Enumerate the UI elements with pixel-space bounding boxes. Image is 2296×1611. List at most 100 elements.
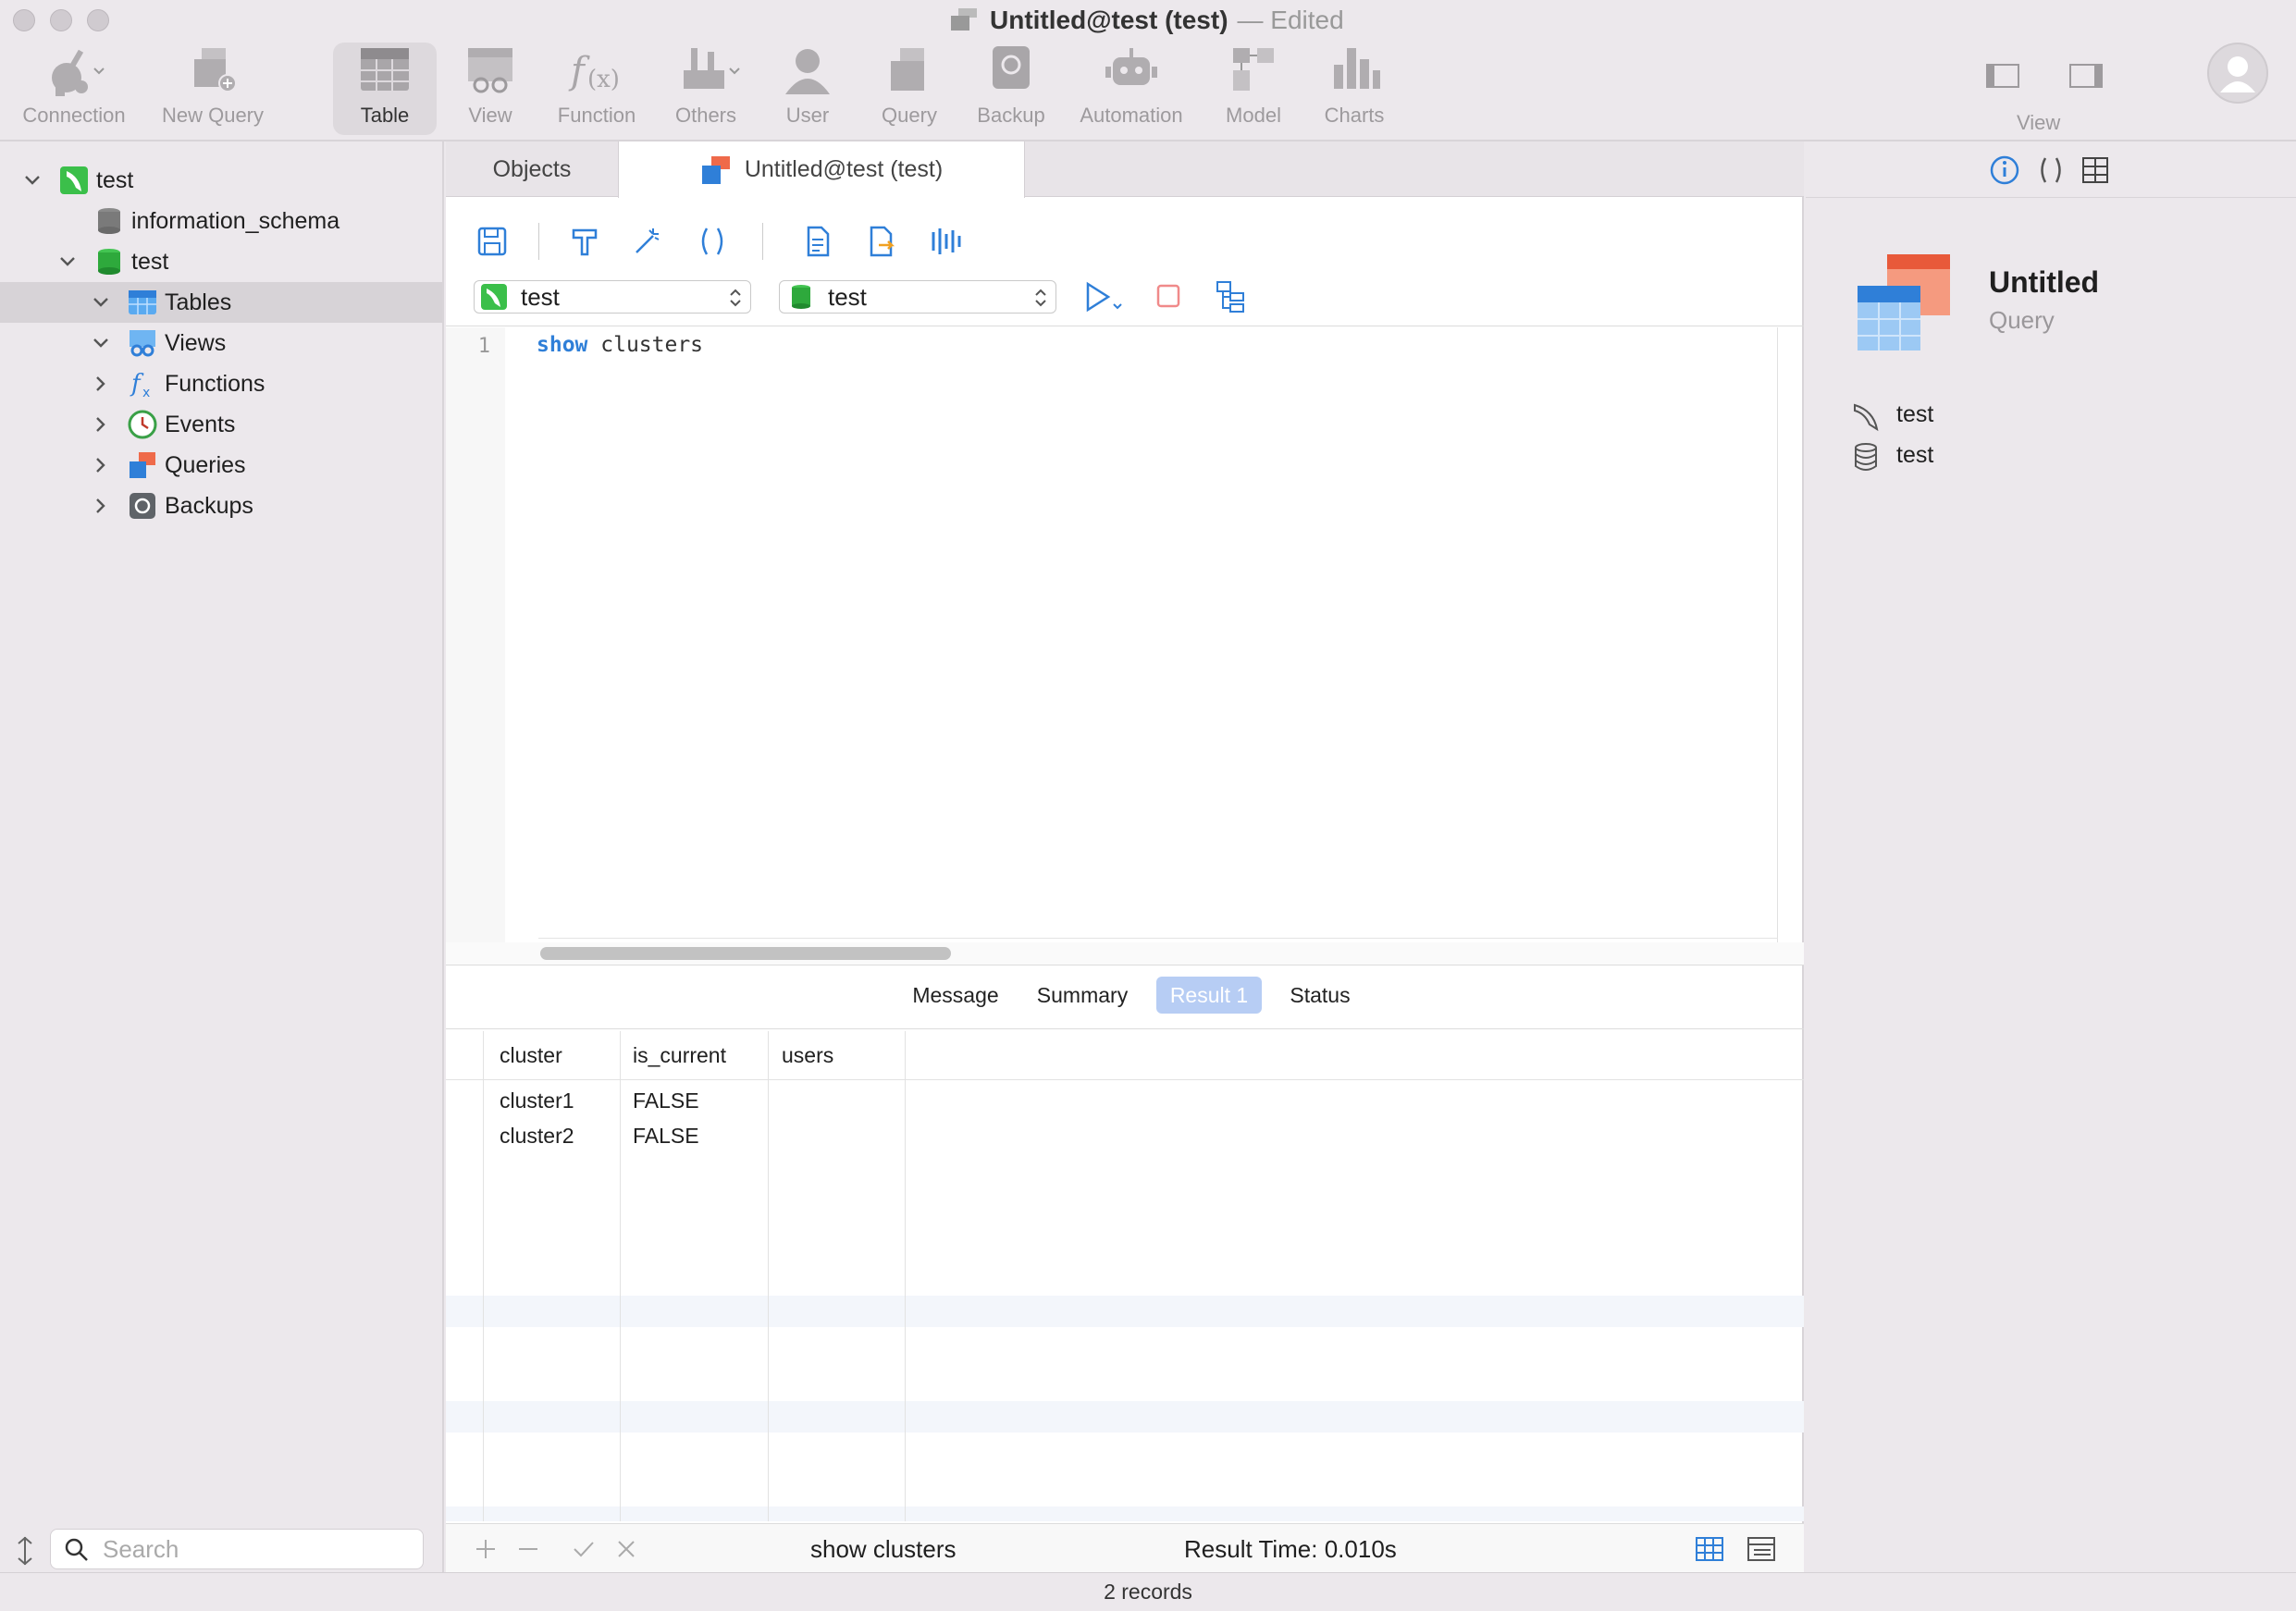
toolbar-function[interactable]: f (x) Function bbox=[541, 43, 652, 135]
layout-grid-icon[interactable] bbox=[2080, 154, 2111, 186]
result-grid[interactable]: cluster is_current users cluster1 FALSE … bbox=[446, 1031, 1804, 1521]
tools-icon bbox=[684, 48, 740, 89]
main-area: Objects Untitled@test (test) test test 1 bbox=[446, 141, 1804, 1572]
horizontal-scrollbar-thumb[interactable] bbox=[540, 947, 951, 960]
tree-item-information-schema[interactable]: information_schema bbox=[0, 201, 442, 241]
views-icon bbox=[130, 330, 155, 357]
tab-message[interactable]: Message bbox=[905, 977, 1006, 1014]
grid-cell[interactable]: FALSE bbox=[633, 1083, 699, 1118]
stop-icon[interactable] bbox=[1154, 282, 1184, 312]
parentheses-icon[interactable] bbox=[696, 225, 729, 258]
editor-bottom-line bbox=[538, 938, 1778, 939]
grid-cell[interactable]: cluster2 bbox=[500, 1118, 574, 1153]
magic-wand-icon[interactable] bbox=[631, 225, 664, 258]
add-row-icon[interactable] bbox=[474, 1537, 498, 1561]
account-avatar[interactable] bbox=[2207, 43, 2268, 104]
tree-item-backups[interactable]: Backups bbox=[0, 486, 442, 526]
robot-icon bbox=[1105, 48, 1157, 85]
toolbar-table[interactable]: Table bbox=[333, 43, 437, 135]
toolbar-query[interactable]: Query bbox=[854, 43, 965, 135]
grid-cell[interactable]: FALSE bbox=[633, 1118, 699, 1153]
form-view-icon[interactable] bbox=[1747, 1535, 1776, 1563]
grid-stripe bbox=[446, 1506, 1804, 1521]
toolbar-view[interactable]: View bbox=[435, 43, 546, 135]
chevron-down-icon[interactable] bbox=[91, 292, 111, 313]
toolbar-new-query[interactable]: New Query bbox=[157, 43, 268, 135]
tree-item-connection-test[interactable]: test bbox=[0, 160, 442, 201]
grid-header-users[interactable]: users bbox=[782, 1031, 833, 1079]
search-placeholder: Search bbox=[103, 1534, 179, 1563]
grid-cell[interactable]: cluster1 bbox=[500, 1083, 574, 1118]
filter-sort-icon[interactable] bbox=[13, 1535, 37, 1567]
toolbar-automation[interactable]: Automation bbox=[1076, 43, 1187, 135]
tab-result-1[interactable]: Result 1 bbox=[1156, 977, 1262, 1014]
zoom-window-button[interactable] bbox=[87, 9, 109, 31]
toolbar-divider bbox=[762, 223, 763, 260]
tree-item-events[interactable]: Events bbox=[0, 404, 442, 445]
chevron-right-icon[interactable] bbox=[91, 414, 111, 435]
connection-select-value: test bbox=[521, 282, 560, 311]
tree-item-tables[interactable]: Tables bbox=[0, 282, 442, 323]
save-icon[interactable] bbox=[475, 225, 509, 258]
grid-stripe bbox=[446, 1401, 1804, 1433]
info-subtitle: Query bbox=[1989, 306, 2055, 334]
chevron-right-icon[interactable] bbox=[91, 374, 111, 394]
toolbar-user[interactable]: User bbox=[752, 43, 863, 135]
record-count: 2 records bbox=[1104, 1580, 1192, 1604]
chevron-right-icon[interactable] bbox=[91, 496, 111, 516]
connection-select[interactable]: test bbox=[474, 280, 751, 314]
toolbar-others-label: Others bbox=[674, 104, 737, 127]
toolbar-connection[interactable]: Connection bbox=[19, 43, 130, 135]
explain-chart-icon[interactable] bbox=[929, 225, 962, 258]
result-time-text: Result Time: 0.010s bbox=[1184, 1535, 1397, 1563]
database-outline-icon bbox=[1855, 443, 1877, 471]
parentheses-icon[interactable] bbox=[2035, 154, 2067, 186]
toolbar-others[interactable]: Others bbox=[650, 43, 761, 135]
run-icon[interactable] bbox=[1080, 280, 1127, 314]
toolbar-charts[interactable]: Charts bbox=[1299, 43, 1410, 135]
format-icon[interactable] bbox=[568, 225, 601, 258]
toolbar-backup[interactable]: Backup bbox=[956, 43, 1067, 135]
tab-summary[interactable]: Summary bbox=[1031, 977, 1134, 1014]
export-icon[interactable] bbox=[864, 225, 897, 258]
line-gutter: 1 bbox=[446, 327, 505, 942]
tree-item-database-test[interactable]: test bbox=[0, 241, 442, 282]
discard-x-icon[interactable] bbox=[614, 1537, 638, 1561]
grid-view-icon[interactable] bbox=[1695, 1535, 1724, 1563]
minimize-window-button[interactable] bbox=[50, 9, 72, 31]
horizontal-scrollbar-track bbox=[446, 942, 1804, 965]
sql-editor[interactable]: 1 show clusters bbox=[446, 327, 1778, 942]
document-icon[interactable] bbox=[801, 225, 834, 258]
toggle-left-panel-button[interactable] bbox=[1980, 57, 2026, 99]
explain-icon[interactable] bbox=[1214, 280, 1251, 314]
tree-item-functions[interactable]: fx Functions bbox=[0, 363, 442, 404]
toolbar-user-label: User bbox=[785, 104, 830, 127]
result-tabs: Message Summary Result 1 Status bbox=[446, 965, 1804, 1029]
sidebar-search-input[interactable]: Search bbox=[50, 1529, 424, 1569]
remove-row-icon[interactable] bbox=[516, 1537, 540, 1561]
charts-icon bbox=[1334, 48, 1380, 89]
table-icon bbox=[361, 48, 409, 91]
grid-header-is-current[interactable]: is_current bbox=[633, 1031, 726, 1079]
tab-query[interactable]: Untitled@test (test) bbox=[618, 141, 1025, 198]
tab-status[interactable]: Status bbox=[1278, 977, 1362, 1014]
chevron-down-icon[interactable] bbox=[91, 333, 111, 353]
tab-objects[interactable]: Objects bbox=[446, 141, 618, 197]
grid-header-cluster[interactable]: cluster bbox=[500, 1031, 562, 1079]
tree-item-label: Events bbox=[165, 411, 236, 437]
info-connection: test bbox=[1896, 401, 1934, 427]
tree-item-queries[interactable]: Queries bbox=[0, 445, 442, 486]
tree-item-label: Views bbox=[165, 329, 227, 356]
database-select[interactable]: test bbox=[779, 280, 1056, 314]
toolbar-model-label: Model bbox=[1226, 104, 1281, 127]
close-window-button[interactable] bbox=[13, 9, 35, 31]
info-icon[interactable] bbox=[1989, 154, 2020, 186]
chevron-down-icon[interactable] bbox=[22, 170, 43, 191]
toggle-right-panel-button[interactable] bbox=[2063, 57, 2109, 99]
chevron-down-icon[interactable] bbox=[57, 252, 78, 272]
apply-check-icon[interactable] bbox=[572, 1537, 596, 1561]
chevron-right-icon[interactable] bbox=[91, 455, 111, 475]
info-database: test bbox=[1896, 442, 1934, 468]
toolbar-model[interactable]: Model bbox=[1198, 43, 1309, 135]
tree-item-views[interactable]: Views bbox=[0, 323, 442, 363]
